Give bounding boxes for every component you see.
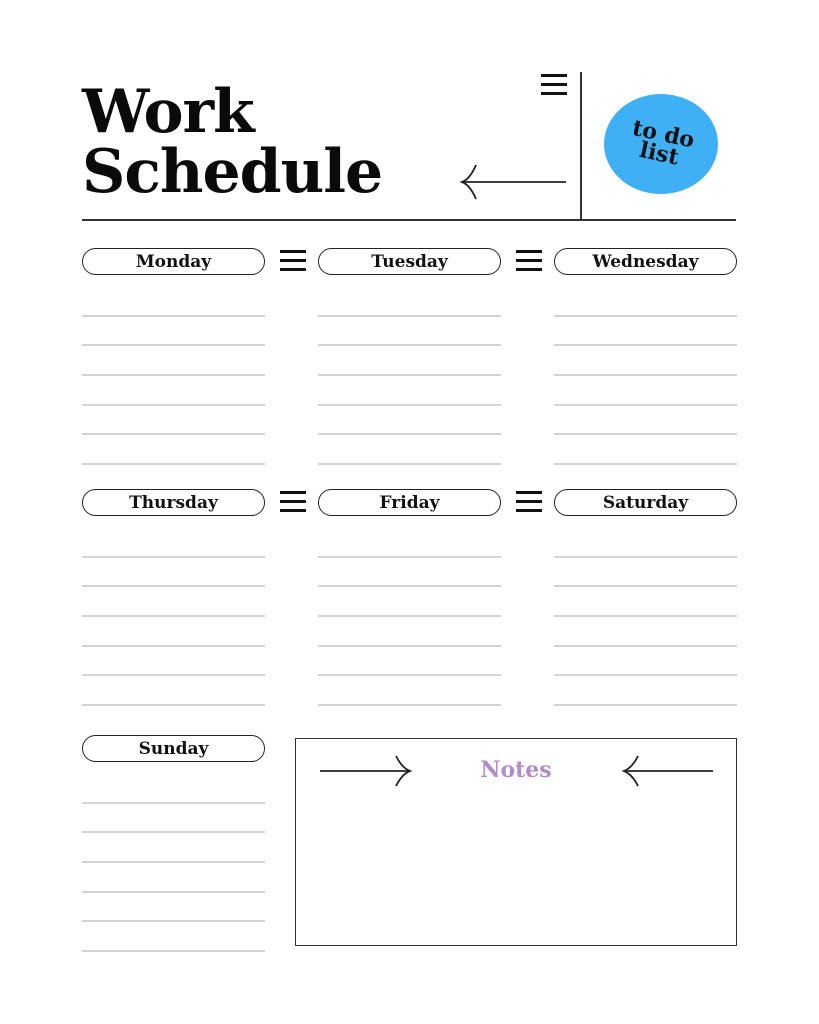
writing-line[interactable] (318, 404, 501, 406)
writing-line[interactable] (82, 556, 265, 558)
day-header-wednesday: Wednesday (554, 248, 737, 275)
day-header-saturday: Saturday (554, 489, 737, 516)
writing-line[interactable] (554, 404, 737, 406)
menu-icon (280, 250, 306, 272)
header-divider-vertical (580, 72, 582, 220)
writing-line[interactable] (82, 615, 265, 617)
writing-line[interactable] (554, 463, 737, 465)
writing-line[interactable] (318, 704, 501, 706)
writing-line[interactable] (82, 861, 265, 863)
todo-list-badge[interactable]: to do list (604, 94, 718, 194)
day-header-monday: Monday (82, 248, 265, 275)
writing-line[interactable] (554, 645, 737, 647)
writing-line[interactable] (318, 463, 501, 465)
writing-line[interactable] (82, 674, 265, 676)
writing-line[interactable] (554, 433, 737, 435)
title-line-work: Work (82, 77, 255, 147)
day-header-thursday: Thursday (82, 489, 265, 516)
writing-line[interactable] (318, 433, 501, 435)
writing-line[interactable] (318, 374, 501, 376)
writing-line[interactable] (82, 950, 265, 952)
writing-line[interactable] (82, 831, 265, 833)
writing-line[interactable] (82, 891, 265, 893)
page-title: Work Schedule (82, 77, 383, 207)
menu-icon (516, 491, 542, 513)
writing-line[interactable] (554, 315, 737, 317)
writing-line[interactable] (82, 920, 265, 922)
writing-line[interactable] (554, 674, 737, 676)
writing-line[interactable] (82, 315, 265, 317)
writing-line[interactable] (318, 615, 501, 617)
day-header-sunday: Sunday (82, 735, 265, 762)
writing-line[interactable] (318, 315, 501, 317)
menu-icon (541, 74, 567, 96)
writing-line[interactable] (318, 674, 501, 676)
writing-line[interactable] (82, 802, 265, 804)
header-divider (82, 219, 736, 221)
writing-line[interactable] (318, 556, 501, 558)
writing-line[interactable] (82, 704, 265, 706)
writing-line[interactable] (82, 645, 265, 647)
writing-line[interactable] (554, 344, 737, 346)
title-line-schedule: Schedule (82, 137, 383, 207)
writing-line[interactable] (82, 463, 265, 465)
writing-line[interactable] (82, 344, 265, 346)
arrow-left-icon (459, 164, 566, 200)
writing-line[interactable] (318, 344, 501, 346)
writing-line[interactable] (554, 615, 737, 617)
writing-line[interactable] (82, 404, 265, 406)
writing-line[interactable] (82, 374, 265, 376)
writing-line[interactable] (318, 645, 501, 647)
writing-line[interactable] (554, 704, 737, 706)
writing-line[interactable] (82, 585, 265, 587)
day-header-tuesday: Tuesday (318, 248, 501, 275)
writing-line[interactable] (554, 556, 737, 558)
writing-line[interactable] (554, 585, 737, 587)
arrow-left-icon (621, 755, 713, 787)
day-header-friday: Friday (318, 489, 501, 516)
menu-icon (516, 250, 542, 272)
notes-box[interactable]: Notes (295, 738, 737, 946)
writing-line[interactable] (82, 433, 265, 435)
writing-line[interactable] (318, 585, 501, 587)
writing-line[interactable] (554, 374, 737, 376)
menu-icon (280, 491, 306, 513)
